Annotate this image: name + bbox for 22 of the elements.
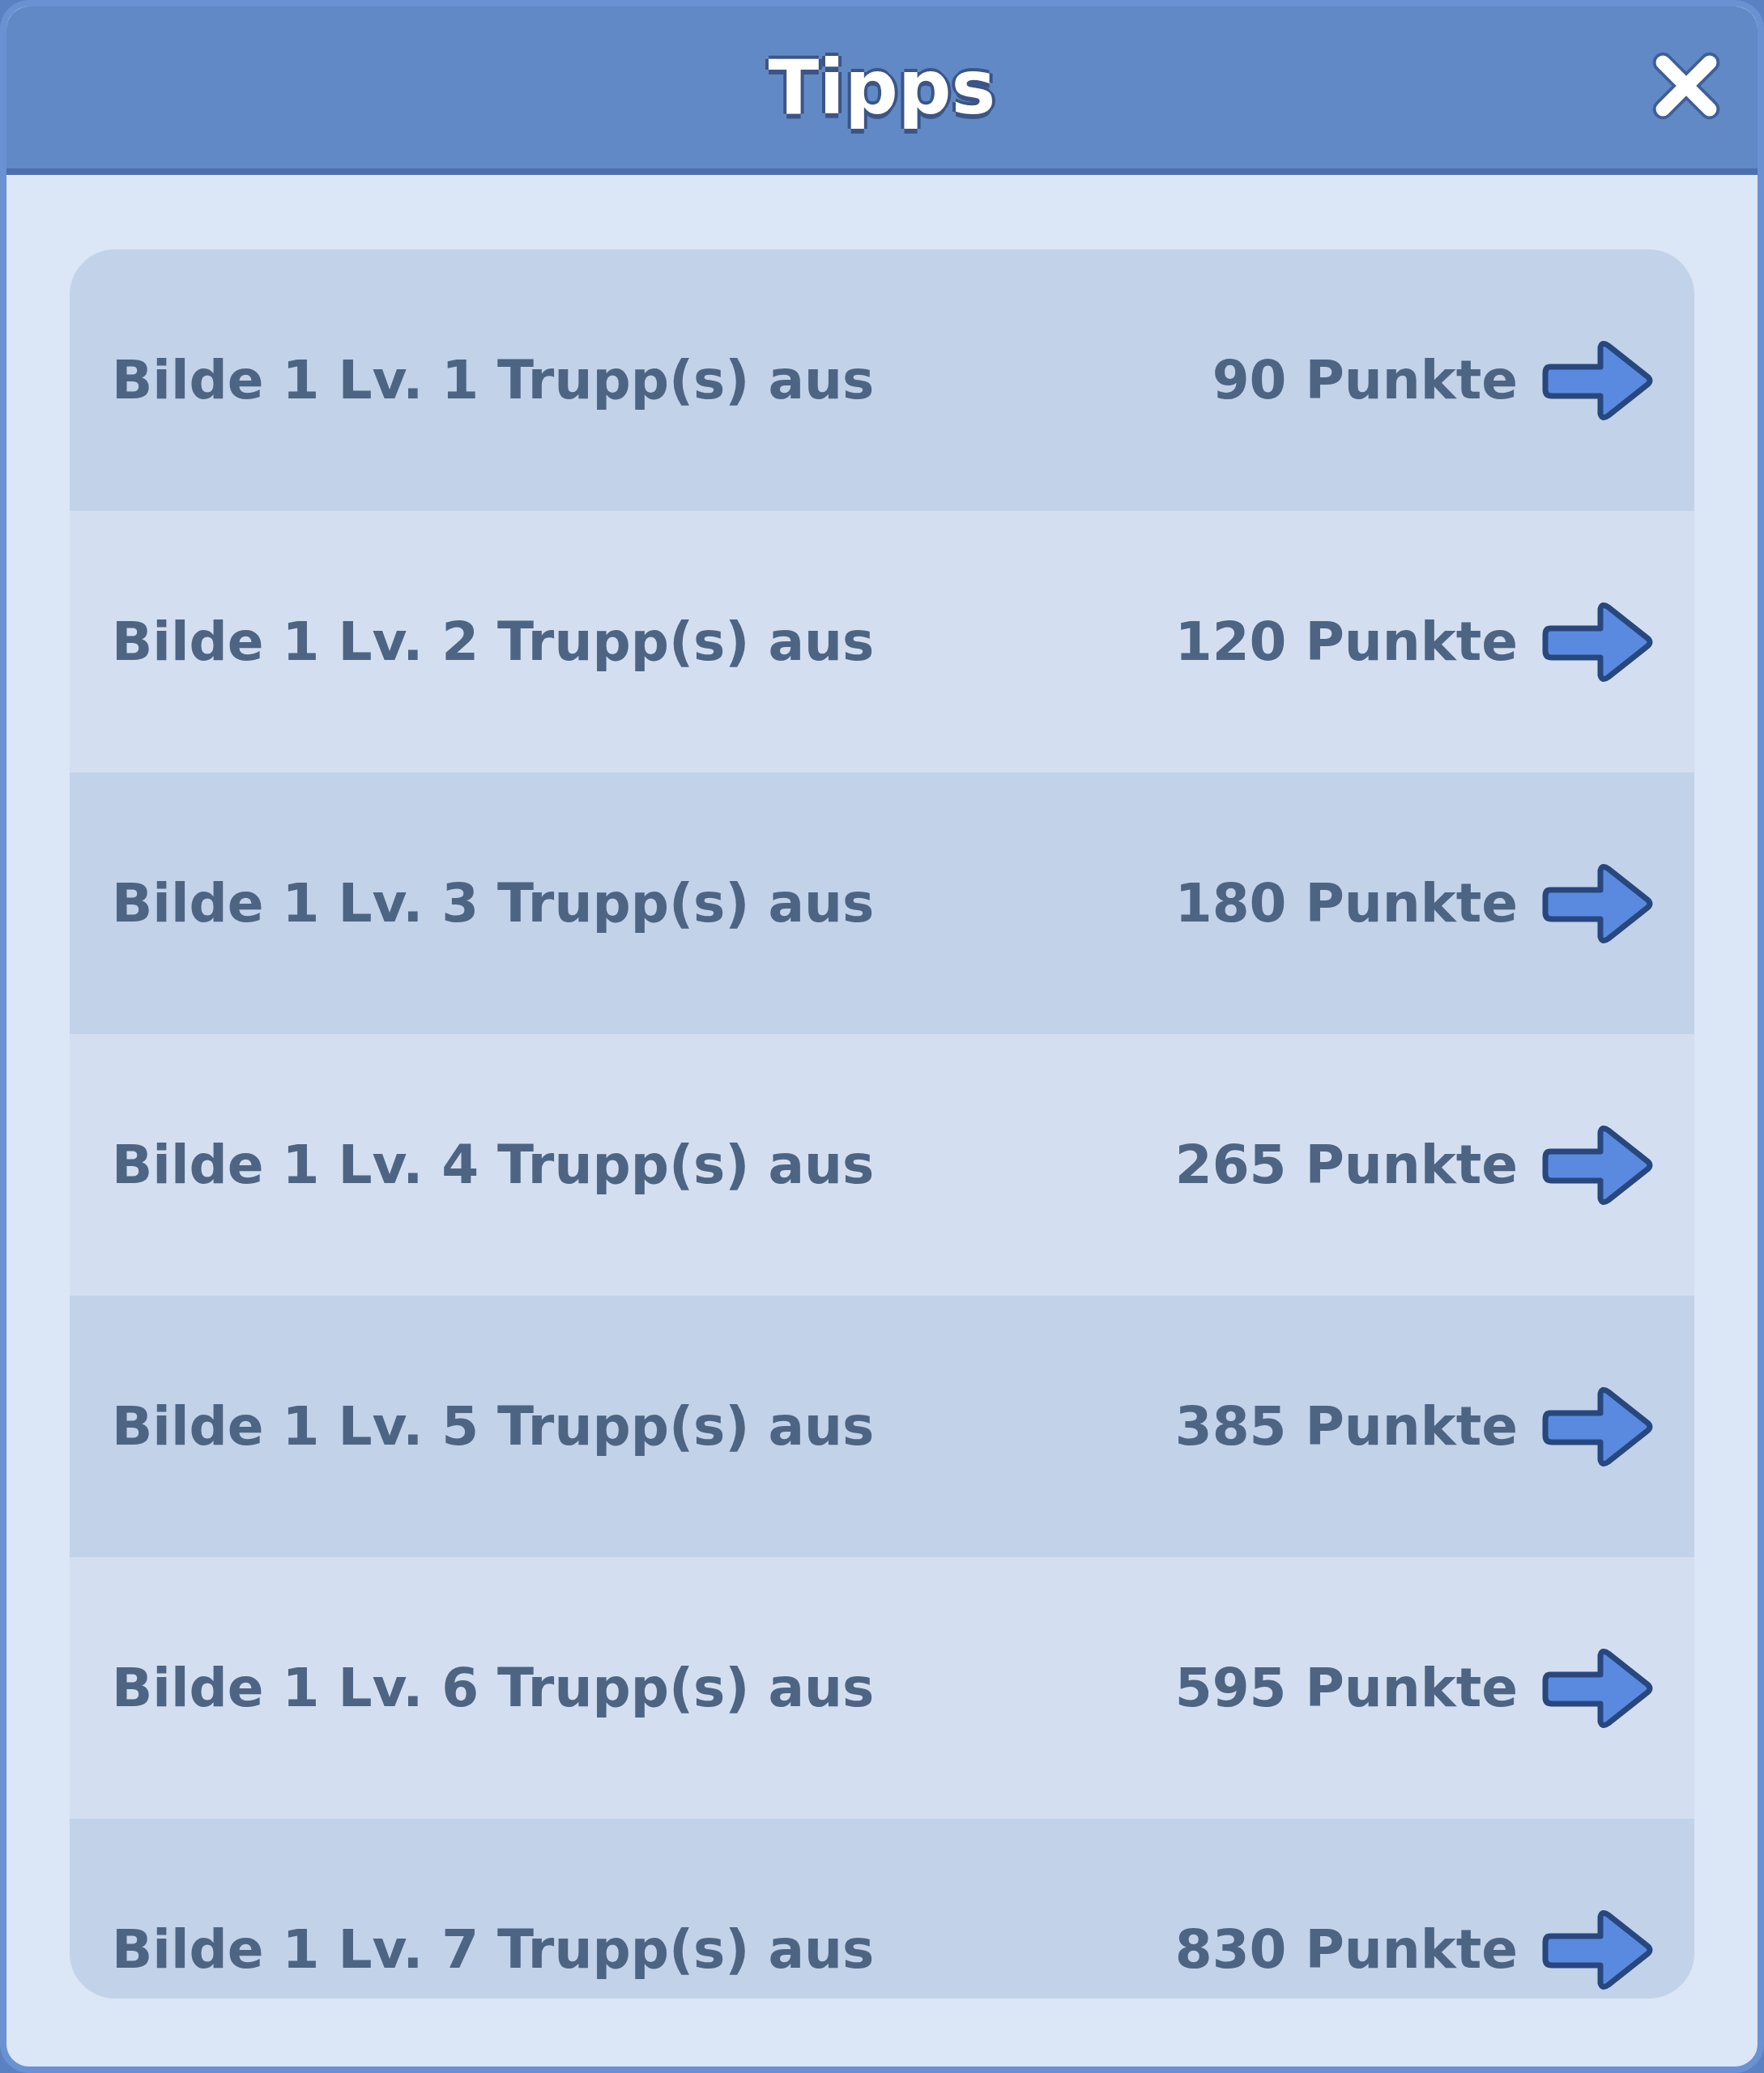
- tip-label: Bilde 1 Lv. 2 Trupp(s) aus: [112, 611, 876, 673]
- points-label: 385 Punkte: [1174, 1395, 1518, 1458]
- tip-label: Bilde 1 Lv. 3 Trupp(s) aus: [112, 872, 876, 934]
- tip-label: Bilde 1 Lv. 6 Trupp(s) aus: [112, 1657, 876, 1719]
- points-label: 120 Punkte: [1174, 611, 1518, 673]
- tip-row[interactable]: Bilde 1 Lv. 7 Trupp(s) aus 830 Punkte: [70, 1819, 1694, 1999]
- tip-row[interactable]: Bilde 1 Lv. 4 Trupp(s) aus 265 Punkte: [70, 1034, 1694, 1296]
- tip-label: Bilde 1 Lv. 5 Trupp(s) aus: [112, 1395, 876, 1458]
- points-label: 90 Punkte: [1212, 349, 1518, 411]
- tip-label: Bilde 1 Lv. 7 Trupp(s) aus: [112, 1918, 876, 1981]
- tip-label: Bilde 1 Lv. 1 Trupp(s) aus: [112, 349, 876, 411]
- tip-row[interactable]: Bilde 1 Lv. 6 Trupp(s) aus 595 Punkte: [70, 1557, 1694, 1819]
- points-label: 265 Punkte: [1174, 1134, 1518, 1196]
- tip-row[interactable]: Bilde 1 Lv. 1 Trupp(s) aus 90 Punkte: [70, 249, 1694, 511]
- tip-row[interactable]: Bilde 1 Lv. 5 Trupp(s) aus 385 Punkte: [70, 1296, 1694, 1557]
- dialog-title: Tipps: [768, 44, 996, 131]
- tip-row[interactable]: Bilde 1 Lv. 3 Trupp(s) aus 180 Punkte: [70, 773, 1694, 1034]
- points-label: 595 Punkte: [1174, 1657, 1518, 1719]
- tip-label: Bilde 1 Lv. 4 Trupp(s) aus: [112, 1134, 876, 1196]
- tip-row[interactable]: Bilde 1 Lv. 2 Trupp(s) aus 120 Punkte: [70, 511, 1694, 773]
- points-label: 830 Punkte: [1174, 1918, 1518, 1981]
- points-label: 180 Punkte: [1174, 872, 1518, 934]
